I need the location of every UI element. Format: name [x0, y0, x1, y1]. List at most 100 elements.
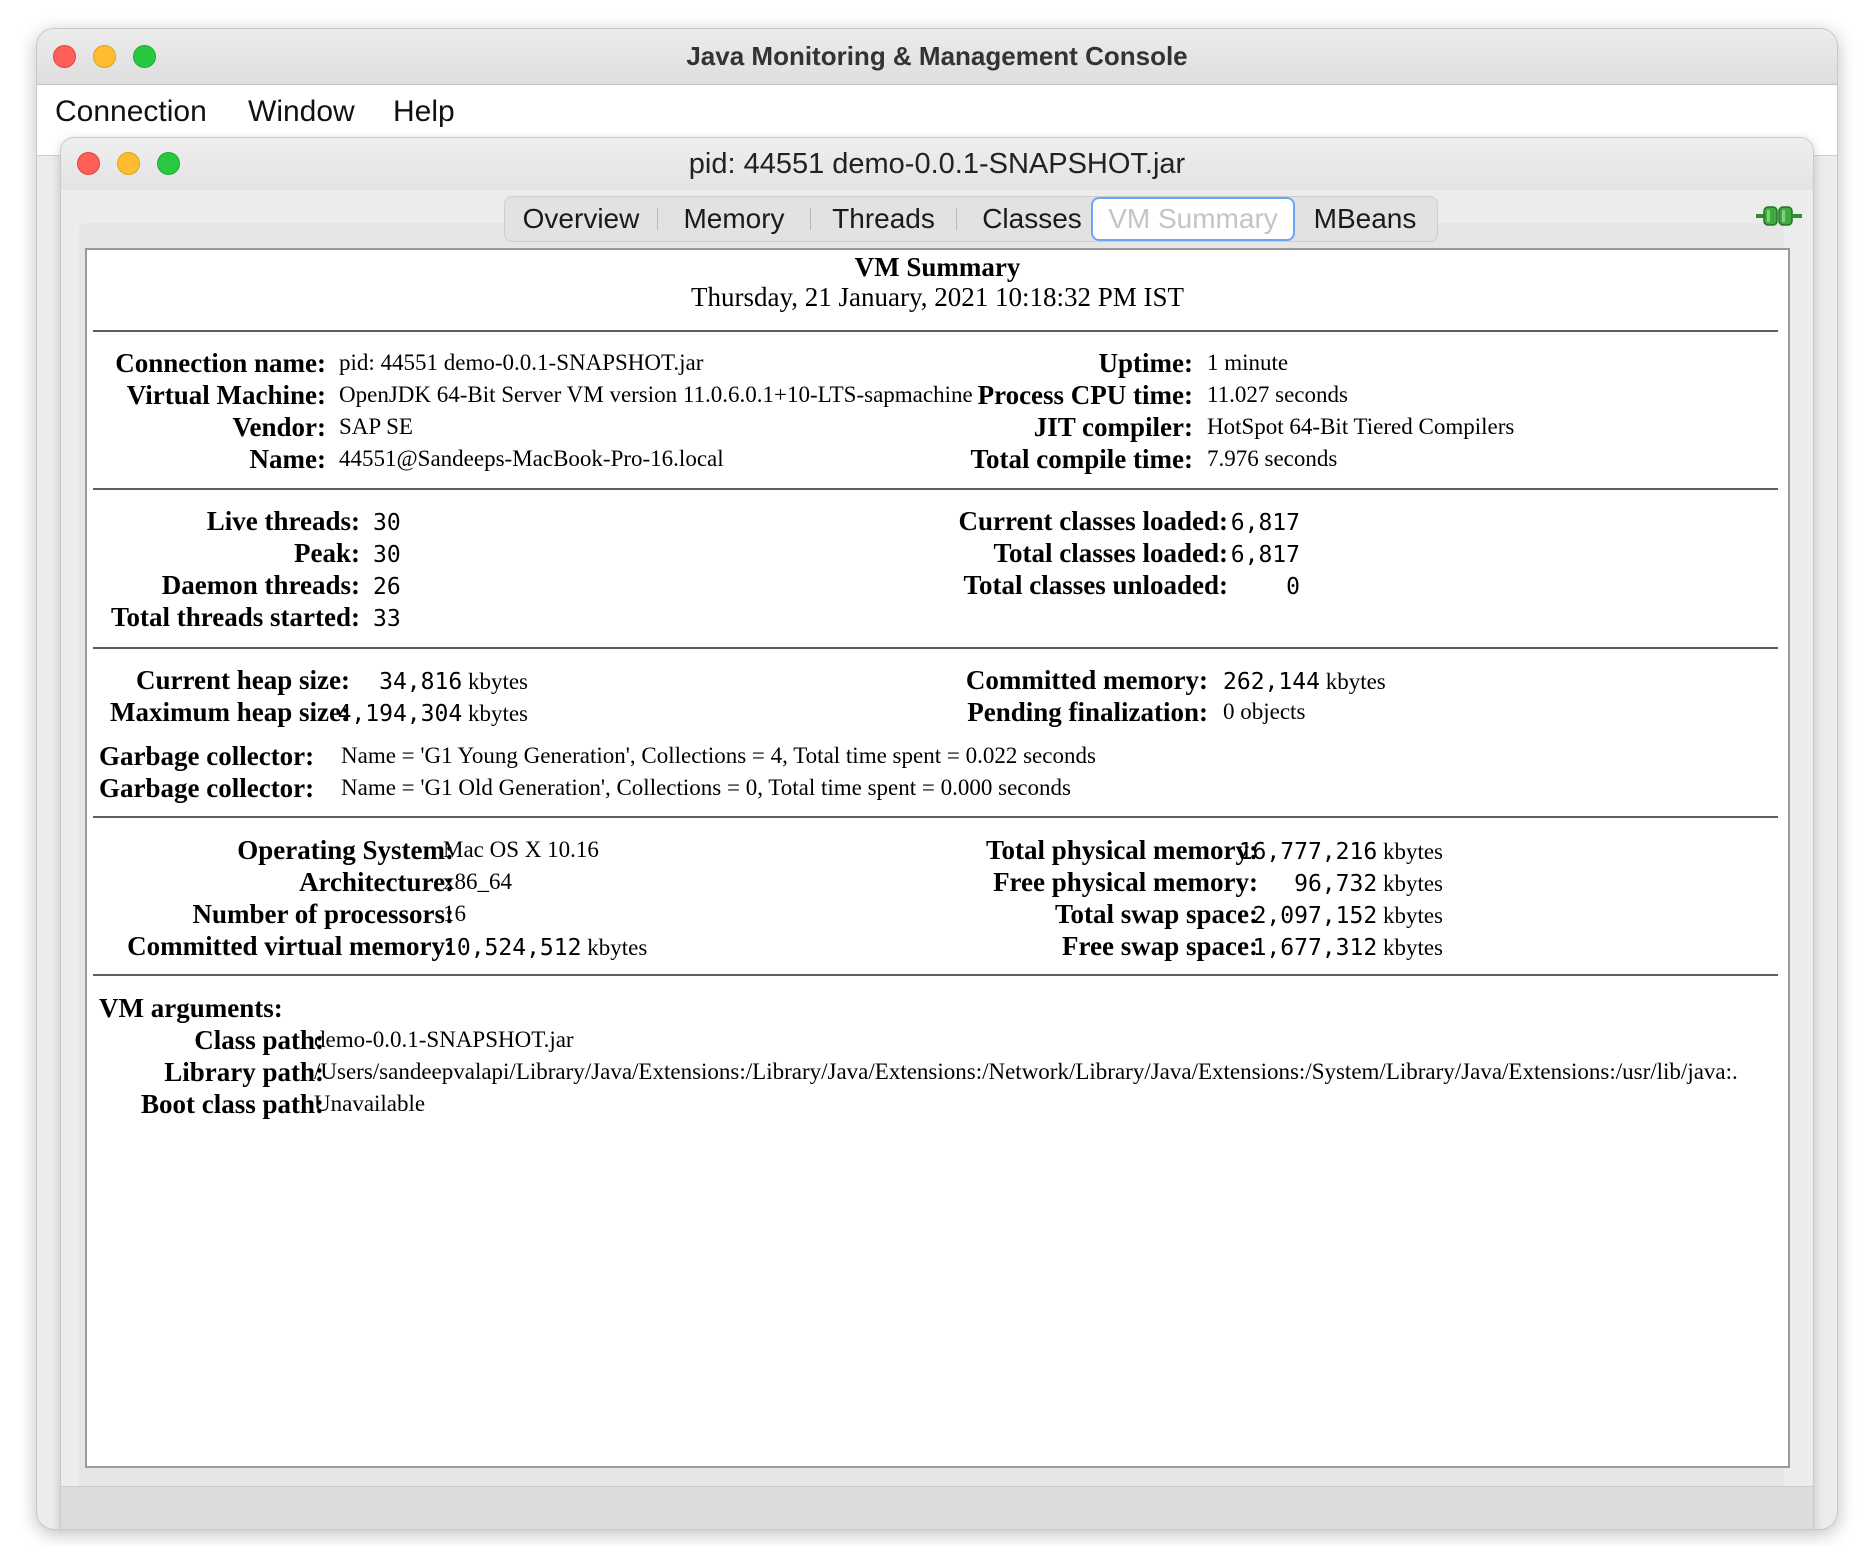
uptime-value: 1 minute: [1207, 350, 1289, 375]
committed-memory-label: Committed memory:: [965, 665, 1208, 695]
free-swap-space-label: Free swap space:: [1062, 931, 1258, 961]
total-physical-memory-number: 16,777,216: [1238, 839, 1378, 865]
process-cpu-time-label: Process CPU time:: [977, 380, 1193, 410]
status-strip: [61, 1486, 1813, 1529]
vm-name-label: Name:: [249, 444, 326, 474]
section-divider: [93, 330, 1778, 332]
operating-system-value: Mac OS X 10.16: [443, 837, 599, 862]
tab-memory[interactable]: Memory: [658, 197, 810, 241]
committed-virtual-memory-number: 10,524,512: [443, 935, 582, 961]
gc-young-value: Name = 'G1 Young Generation', Collection…: [341, 743, 1096, 768]
free-swap-space-unit: kbytes: [1382, 935, 1443, 960]
committed-memory-unit: kbytes: [1325, 669, 1386, 694]
vendor-label: Vendor:: [232, 412, 326, 442]
number-of-processors-label: Number of processors:: [192, 899, 454, 929]
pending-finalization-label: Pending finalization:: [967, 697, 1208, 727]
tab-threads[interactable]: Threads: [811, 197, 956, 241]
committed-memory-number: 262,144: [1223, 669, 1320, 695]
daemon-threads-value: 26: [373, 574, 401, 600]
number-of-processors-value: 16: [443, 901, 466, 926]
pending-finalization-value: 0 objects: [1223, 699, 1306, 724]
gc-young-label: Garbage collector:: [99, 741, 315, 771]
free-physical-memory-label: Free physical memory:: [993, 867, 1258, 897]
current-classes-loaded-label: Current classes loaded:: [958, 506, 1229, 536]
tab-vm-summary[interactable]: VM Summary: [1091, 197, 1295, 241]
maximum-heap-size-label: Maximum heap size:: [110, 697, 350, 727]
gc-old-value: Name = 'G1 Old Generation', Collections …: [341, 775, 1071, 800]
architecture-value: x86_64: [443, 869, 512, 894]
architecture-label: Architecture:: [299, 867, 454, 897]
total-physical-memory-value: 16,777,216 kbytes: [1239, 839, 1443, 865]
boot-class-path-label: Boot class path:: [140, 1089, 324, 1119]
free-swap-space-value: 1,677,312 kbytes: [1253, 935, 1443, 961]
library-path-label: Library path:: [164, 1057, 324, 1087]
vendor-value: SAP SE: [339, 414, 413, 439]
tab-overview[interactable]: Overview: [505, 197, 657, 241]
daemon-threads-label: Daemon threads:: [161, 570, 360, 600]
total-classes-unloaded-value: 0: [1286, 574, 1300, 600]
connection-name-value: pid: 44551 demo-0.0.1-SNAPSHOT.jar: [339, 350, 704, 375]
free-swap-space-number: 1,677,312: [1252, 935, 1378, 961]
total-classes-loaded-value: 6,817: [1230, 542, 1300, 568]
maximum-heap-size-number: 4,194,304: [337, 701, 463, 727]
library-path-value: /Users/sandeepvalapi/Library/Java/Extens…: [314, 1059, 1738, 1084]
tab-classes[interactable]: Classes: [957, 197, 1107, 241]
maximum-heap-size-unit: kbytes: [467, 701, 528, 726]
menu-help[interactable]: Help: [393, 95, 455, 129]
committed-virtual-memory-unit: kbytes: [587, 935, 648, 960]
live-threads-label: Live threads:: [206, 506, 360, 536]
process-cpu-time-value: 11.027 seconds: [1207, 382, 1348, 407]
peak-threads-value: 30: [373, 542, 401, 568]
current-heap-size-unit: kbytes: [467, 669, 528, 694]
total-compile-time-value: 7.976 seconds: [1207, 446, 1338, 471]
title-bar: Java Monitoring & Management Console: [37, 29, 1837, 85]
menu-connection[interactable]: Connection: [55, 95, 207, 129]
section-divider: [93, 488, 1778, 490]
boot-class-path-value: Unavailable: [314, 1091, 426, 1116]
main-window: Java Monitoring & Management Console Con…: [36, 28, 1838, 1530]
total-swap-space-number: 2,097,152: [1252, 903, 1378, 929]
total-swap-space-value: 2,097,152 kbytes: [1253, 903, 1443, 929]
free-physical-memory-number: 96,732: [1294, 871, 1378, 897]
current-heap-size-label: Current heap size:: [136, 665, 350, 695]
tab-bar: Overview Memory Threads Classes VM Summa…: [504, 196, 1438, 242]
virtual-machine-value: OpenJDK 64-Bit Server VM version 11.0.6.…: [339, 382, 973, 407]
operating-system-label: Operating System:: [237, 835, 454, 865]
vm-summary-panel: VM Summary Thursday, 21 January, 2021 10…: [85, 248, 1790, 1468]
current-heap-size-number: 34,816: [379, 669, 463, 695]
connection-window: pid: 44551 demo-0.0.1-SNAPSHOT.jar Overv…: [60, 137, 1814, 1529]
total-threads-started-value: 33: [373, 606, 401, 632]
class-path-label: Class path:: [194, 1025, 324, 1055]
summary-title: VM Summary: [854, 252, 1021, 282]
uptime-label: Uptime:: [1098, 348, 1193, 378]
jit-compiler-value: HotSpot 64-Bit Tiered Compilers: [1207, 414, 1515, 439]
total-swap-space-unit: kbytes: [1382, 903, 1443, 928]
free-physical-memory-value: 96,732 kbytes: [1294, 871, 1443, 897]
app-title: Java Monitoring & Management Console: [686, 41, 1188, 71]
virtual-machine-label: Virtual Machine:: [126, 380, 326, 410]
maximum-heap-size-value: 4,194,304 kbytes: [338, 701, 528, 727]
current-heap-size-value: 34,816 kbytes: [379, 669, 528, 695]
gc-old-label: Garbage collector:: [99, 773, 315, 803]
total-classes-unloaded-label: Total classes unloaded:: [963, 570, 1228, 600]
connected-plug-icon[interactable]: [1756, 203, 1802, 229]
vm-name-value: 44551@Sandeeps-MacBook-Pro-16.local: [339, 446, 724, 471]
total-compile-time-label: Total compile time:: [970, 444, 1193, 474]
total-physical-memory-label: Total physical memory:: [986, 835, 1258, 865]
connection-name-label: Connection name:: [115, 348, 326, 378]
tab-mbeans[interactable]: MBeans: [1293, 197, 1437, 241]
section-divider: [93, 647, 1778, 649]
menu-window[interactable]: Window: [248, 95, 355, 129]
committed-virtual-memory-label: Committed virtual memory:: [127, 931, 454, 961]
total-physical-memory-unit: kbytes: [1382, 839, 1443, 864]
vm-arguments-label: VM arguments:: [99, 993, 283, 1023]
section-divider: [93, 816, 1778, 818]
current-classes-loaded-value: 6,817: [1230, 510, 1300, 536]
committed-virtual-memory-value: 10,524,512 kbytes: [443, 935, 647, 961]
peak-threads-label: Peak:: [294, 538, 360, 568]
free-physical-memory-unit: kbytes: [1382, 871, 1443, 896]
class-path-value: demo-0.0.1-SNAPSHOT.jar: [314, 1027, 574, 1052]
total-swap-space-label: Total swap space:: [1054, 899, 1258, 929]
committed-memory-value: 262,144 kbytes: [1223, 669, 1386, 695]
section-divider: [93, 974, 1778, 976]
